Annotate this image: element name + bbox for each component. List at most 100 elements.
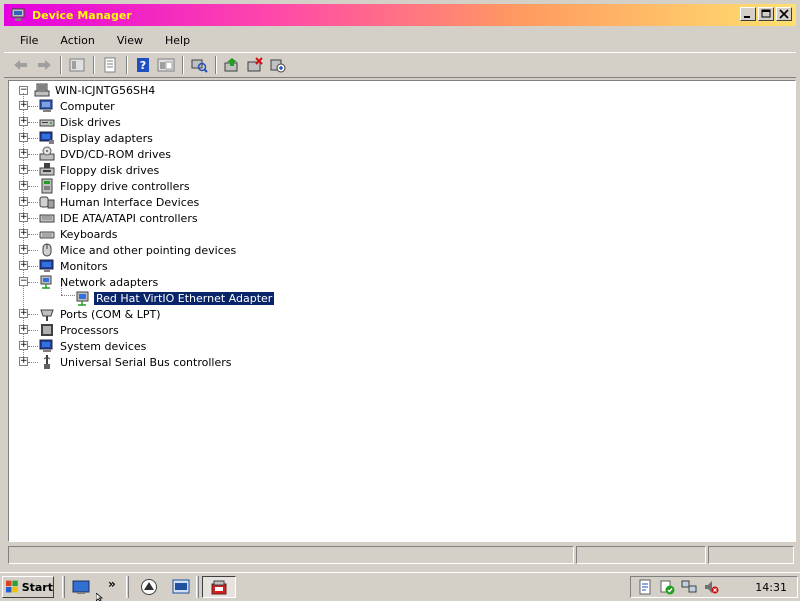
- expand-toggle[interactable]: +: [19, 133, 28, 142]
- tree-connector: [28, 362, 38, 363]
- device-category-row[interactable]: + Universal Serial Bus controllers: [19, 354, 233, 370]
- menu-action[interactable]: Action: [46, 34, 102, 47]
- tree-connector: [28, 170, 38, 171]
- toolbar-separator: [182, 56, 184, 74]
- network-tray-icon[interactable]: [681, 579, 697, 595]
- device-category-row[interactable]: + Processors: [19, 322, 121, 338]
- document-tray-icon[interactable]: [637, 579, 653, 595]
- status-segment: [708, 546, 794, 564]
- device-category-label: Processors: [60, 323, 119, 337]
- update-driver-button[interactable]: [221, 54, 243, 76]
- collapse-toggle[interactable]: −: [19, 277, 28, 286]
- device-category-row[interactable]: + Display adapters: [19, 130, 155, 146]
- forward-icon: [38, 60, 51, 70]
- device-category-row[interactable]: + Floppy disk drives: [19, 162, 161, 178]
- device-category-row[interactable]: + Keyboards: [19, 226, 119, 242]
- expand-toggle[interactable]: +: [19, 197, 28, 206]
- computer-icon: [39, 99, 53, 112]
- disable-button[interactable]: [267, 54, 289, 76]
- device-category-row[interactable]: + Human Interface Devices: [19, 194, 201, 210]
- device-label: Red Hat VirtIO Ethernet Adapter: [92, 290, 276, 306]
- device-category-label: Floppy disk drives: [60, 163, 160, 177]
- properties-button[interactable]: [99, 54, 121, 76]
- expand-toggle[interactable]: +: [19, 341, 28, 350]
- maximize-button[interactable]: [758, 7, 774, 21]
- close-button[interactable]: [776, 7, 792, 21]
- scan-hardware-button[interactable]: [188, 54, 210, 76]
- device-manager-task-icon: [211, 580, 227, 595]
- expand-toggle[interactable]: +: [19, 117, 28, 126]
- device-category-label: Network adapters: [60, 275, 159, 289]
- expand-toggle[interactable]: +: [19, 261, 28, 270]
- menu-view[interactable]: View: [103, 34, 151, 47]
- volume-muted-icon[interactable]: [703, 579, 719, 595]
- tree-connector: [28, 266, 38, 267]
- expand-toggle[interactable]: +: [19, 229, 28, 238]
- server-manager-icon[interactable]: [140, 578, 158, 596]
- clock[interactable]: 14:31: [755, 581, 787, 594]
- status-segment: [576, 546, 706, 564]
- taskbar-device-manager-button[interactable]: [202, 576, 236, 598]
- device-category-label: Universal Serial Bus controllers: [60, 355, 232, 369]
- expand-toggle[interactable]: +: [19, 165, 28, 174]
- expand-toggle[interactable]: +: [19, 357, 28, 366]
- show-desktop-icon[interactable]: [72, 578, 90, 596]
- device-category-label: Disk drives: [60, 115, 121, 129]
- device-tree[interactable]: − WIN-ICJNTG56SH4 + Computer + Disk drives +…: [8, 80, 796, 542]
- expand-toggle[interactable]: +: [19, 101, 28, 110]
- processor-icon: [41, 324, 53, 336]
- expand-toggle[interactable]: +: [19, 309, 28, 318]
- menu-bar: File Action View Help: [4, 30, 796, 50]
- forward-button[interactable]: [33, 54, 55, 76]
- device-category-label: System devices: [60, 339, 147, 353]
- back-button[interactable]: [10, 54, 32, 76]
- tree-root[interactable]: − WIN-ICJNTG56SH4: [19, 82, 157, 98]
- floppy-drive-icon: [39, 163, 55, 176]
- uninstall-button[interactable]: [244, 54, 266, 76]
- minimize-button[interactable]: [740, 7, 756, 21]
- ide-controller-icon: [39, 214, 55, 223]
- toolbar-separator: [93, 56, 95, 74]
- windows-logo-icon: [6, 580, 18, 593]
- up-tree-icon: [69, 58, 85, 72]
- expand-toggle[interactable]: +: [19, 213, 28, 222]
- device-category-row[interactable]: + DVD/CD-ROM drives: [19, 146, 173, 162]
- console-window-icon[interactable]: [172, 578, 190, 596]
- device-category-row[interactable]: + IDE ATA/ATAPI controllers: [19, 210, 200, 226]
- device-category-row[interactable]: + Floppy drive controllers: [19, 178, 192, 194]
- up-tree-button[interactable]: [66, 54, 88, 76]
- device-category-row[interactable]: + Mice and other pointing devices: [19, 242, 238, 258]
- title-bar[interactable]: Device Manager: [4, 4, 796, 26]
- device-category-row[interactable]: + Disk drives: [19, 114, 123, 130]
- uninstall-icon: [247, 57, 263, 72]
- device-category-row[interactable]: + Computer: [19, 98, 117, 114]
- taskbar-grip[interactable]: [62, 576, 65, 598]
- taskbar-grip[interactable]: [196, 576, 199, 598]
- device-category-label: Monitors: [60, 259, 108, 273]
- device-category-label: DVD/CD-ROM drives: [60, 147, 171, 161]
- disk-drive-icon: [39, 119, 55, 127]
- expand-toggle[interactable]: +: [19, 325, 28, 334]
- close-icon: [779, 9, 789, 19]
- device-category-label: Display adapters: [60, 131, 153, 145]
- show-hide-console-button[interactable]: [155, 54, 177, 76]
- tree-connector: [28, 346, 38, 347]
- tree-connector: [28, 234, 38, 235]
- device-category-row[interactable]: + System devices: [19, 338, 148, 354]
- root-label: WIN-ICJNTG56SH4: [55, 83, 156, 97]
- start-button[interactable]: Start: [2, 576, 54, 598]
- device-category-row[interactable]: + Ports (COM & LPT): [19, 306, 163, 322]
- taskbar-grip[interactable]: [126, 576, 129, 598]
- expand-toggle[interactable]: +: [19, 149, 28, 158]
- quick-launch-chevron[interactable]: »: [108, 577, 116, 591]
- security-check-icon[interactable]: [659, 579, 675, 595]
- menu-help[interactable]: Help: [151, 34, 198, 47]
- expand-toggle[interactable]: +: [19, 181, 28, 190]
- expand-toggle[interactable]: +: [19, 245, 28, 254]
- taskbar: Start » 14:31: [0, 572, 800, 601]
- device-category-row[interactable]: − Network adapters: [19, 274, 160, 290]
- device-category-row[interactable]: + Monitors: [19, 258, 110, 274]
- device-row[interactable]: Red Hat VirtIO Ethernet Adapter: [75, 290, 276, 306]
- menu-file[interactable]: File: [4, 34, 46, 47]
- help-button[interactable]: ?: [132, 54, 154, 76]
